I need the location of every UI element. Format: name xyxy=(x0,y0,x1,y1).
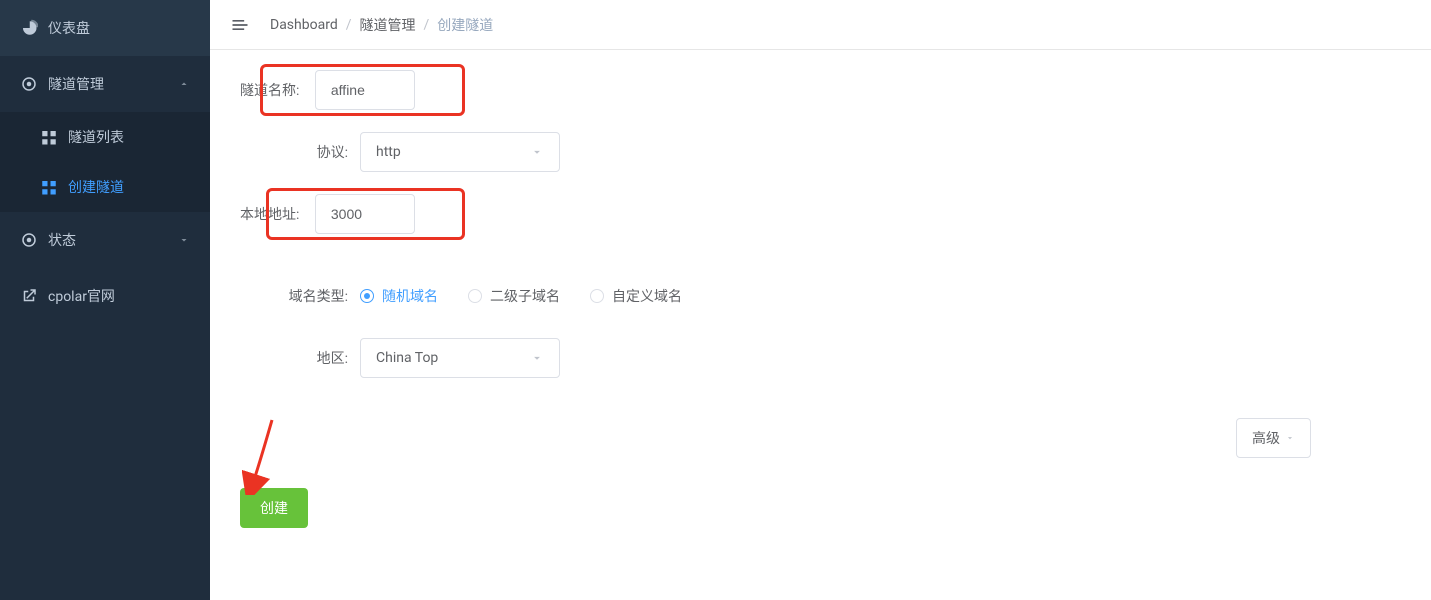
sidebar-item-dashboard[interactable]: 仪表盘 xyxy=(0,0,210,56)
status-icon xyxy=(20,231,38,249)
create-button[interactable]: 创建 xyxy=(240,488,308,528)
radio-custom-domain[interactable]: 自定义域名 xyxy=(590,286,682,306)
region-select[interactable]: China Top xyxy=(360,338,560,378)
row-region: 地区: China Top xyxy=(240,338,1401,378)
sidebar-item-status[interactable]: 状态 xyxy=(0,212,210,268)
breadcrumb-sep: / xyxy=(346,17,352,33)
main: Dashboard / 隧道管理 / 创建隧道 隧道名称: 协议: http xyxy=(210,0,1431,600)
tunnel-icon xyxy=(20,75,38,93)
sidebar-item-label: 隧道列表 xyxy=(68,127,124,147)
radio-icon xyxy=(468,289,482,303)
sidebar-item-tunnel-list[interactable]: 隧道列表 xyxy=(0,112,210,162)
caret-down-icon xyxy=(1285,433,1295,443)
radio-subdomain[interactable]: 二级子域名 xyxy=(468,286,560,306)
radio-label: 二级子域名 xyxy=(490,286,560,306)
row-local-addr: 本地地址: xyxy=(240,194,415,234)
row-submit: 创建 xyxy=(240,488,1401,528)
dashboard-icon xyxy=(20,19,38,37)
region-label: 地区: xyxy=(240,348,360,368)
sidebar-item-label: 创建隧道 xyxy=(68,177,124,197)
sidebar-item-label: 隧道管理 xyxy=(48,74,104,94)
local-addr-input[interactable] xyxy=(315,194,415,234)
protocol-label: 协议: xyxy=(240,142,360,162)
topbar: Dashboard / 隧道管理 / 创建隧道 xyxy=(210,0,1431,50)
list-icon xyxy=(40,128,58,146)
radio-random-domain[interactable]: 随机域名 xyxy=(360,286,438,306)
sidebar-item-create-tunnel[interactable]: 创建隧道 xyxy=(0,162,210,212)
advanced-label: 高级 xyxy=(1252,428,1280,448)
sidebar-item-cpolar-site[interactable]: cpolar官网 xyxy=(0,268,210,324)
row-advanced: 高级 xyxy=(240,418,1401,458)
protocol-value: http xyxy=(376,144,401,160)
radio-label: 随机域名 xyxy=(382,286,438,306)
local-addr-label: 本地地址: xyxy=(240,207,311,223)
radio-icon xyxy=(360,289,374,303)
row-protocol: 协议: http xyxy=(240,132,1401,172)
chevron-down-icon xyxy=(178,234,190,246)
tunnel-name-input[interactable] xyxy=(315,70,415,110)
breadcrumb-current: 创建隧道 xyxy=(437,15,493,35)
domain-type-label: 域名类型: xyxy=(240,286,360,306)
domain-type-radio-group: 随机域名 二级子域名 自定义域名 xyxy=(360,286,682,306)
breadcrumb-sep: / xyxy=(424,17,430,33)
external-icon xyxy=(20,287,38,305)
sidebar-item-label: 仪表盘 xyxy=(48,18,90,38)
create-icon xyxy=(40,178,58,196)
sidebar-item-tunnel-mgmt[interactable]: 隧道管理 xyxy=(0,56,210,112)
row-tunnel-name: 隧道名称: xyxy=(240,70,415,110)
sidebar: 仪表盘 隧道管理 隧道列表 创建隧道 状态 cpolar官网 xyxy=(0,0,210,600)
breadcrumb-dashboard[interactable]: Dashboard xyxy=(270,17,338,33)
chevron-down-icon xyxy=(530,351,544,365)
radio-label: 自定义域名 xyxy=(612,286,682,306)
create-label: 创建 xyxy=(260,498,288,518)
chevron-down-icon xyxy=(530,145,544,159)
chevron-up-icon xyxy=(178,78,190,90)
sidebar-item-label: 状态 xyxy=(48,230,76,250)
region-value: China Top xyxy=(376,350,438,366)
breadcrumb-tunnel-mgmt[interactable]: 隧道管理 xyxy=(360,15,416,35)
advanced-button[interactable]: 高级 xyxy=(1236,418,1311,458)
sidebar-item-label: cpolar官网 xyxy=(48,286,115,306)
form-content: 隧道名称: 协议: http 本地地址: 域名类型: xyxy=(210,50,1431,548)
hamburger-icon[interactable] xyxy=(230,15,250,35)
tunnel-name-label: 隧道名称: xyxy=(240,83,311,99)
row-domain-type: 域名类型: 随机域名 二级子域名 自定义域名 xyxy=(240,276,1401,316)
radio-icon xyxy=(590,289,604,303)
breadcrumb: Dashboard / 隧道管理 / 创建隧道 xyxy=(270,15,493,35)
protocol-select[interactable]: http xyxy=(360,132,560,172)
